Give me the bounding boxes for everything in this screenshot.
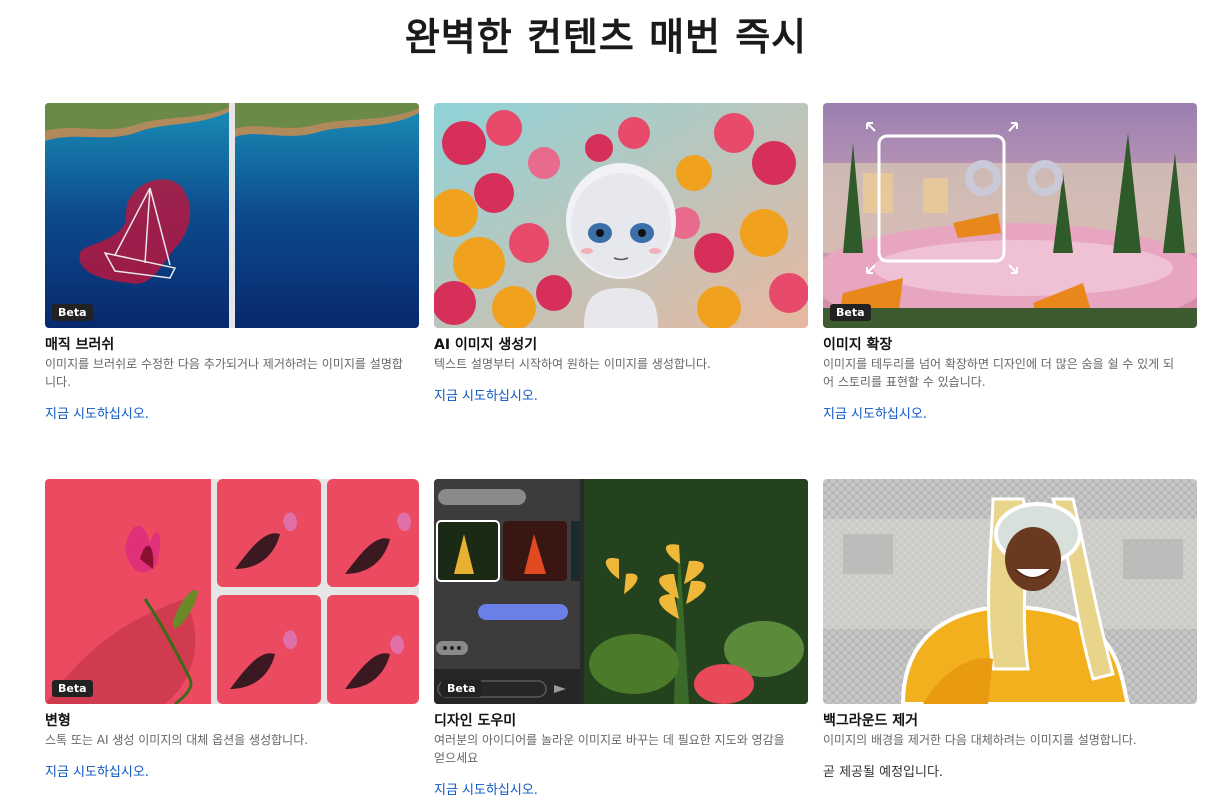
magic-brush-image[interactable]: Beta xyxy=(45,103,419,328)
card-design-assistant: Beta 디자인 도우미 여러분의 아이디어를 놀라운 이미지로 바꾸는 데 필… xyxy=(434,479,808,799)
image-expand-image[interactable]: Beta xyxy=(823,103,1197,328)
card-variations: Beta 변형 스톡 또는 AI 생성 이미지의 대체 옵션을 생성합니다. 지… xyxy=(45,479,419,781)
card-description: 이미지를 테두리를 넘어 확장하면 디자인에 더 많은 숨을 쉴 수 있게 되어… xyxy=(823,357,1175,389)
beta-badge: Beta xyxy=(830,304,871,321)
card-description: 이미지의 배경을 제거한 다음 대체하려는 이미지를 설명합니다. xyxy=(823,733,1137,747)
beta-badge: Beta xyxy=(52,304,93,321)
card-description: 여러분의 아이디어를 놀라운 이미지로 바꾸는 데 필요한 지도와 영감을 얻으… xyxy=(434,733,785,765)
card-title: 매직 브러쉬 xyxy=(45,337,115,353)
try-now-link[interactable]: 지금 시도하십시오. xyxy=(45,765,149,781)
try-now-link[interactable]: 지금 시도하십시오. xyxy=(434,389,538,405)
card-magic-brush: Beta 매직 브러쉬 이미지를 브러쉬로 수정한 다음 추가되거나 제거하려는… xyxy=(45,103,419,423)
ai-image-generator-image[interactable] xyxy=(434,103,808,328)
card-ai-image-generator: AI 이미지 생성기 텍스트 설명부터 시작하여 원하는 이미지를 생성합니다.… xyxy=(434,103,808,405)
page-title: 완벽한 컨텐츠 매번 즉시 xyxy=(404,15,808,59)
card-title: AI 이미지 생성기 xyxy=(434,337,538,353)
try-now-link[interactable]: 지금 시도하십시오. xyxy=(434,783,538,799)
card-background-removal: 백그라운드 제거 이미지의 배경을 제거한 다음 대체하려는 이미지를 설명합니… xyxy=(823,479,1197,781)
beta-badge: Beta xyxy=(441,680,482,697)
card-title: 변형 xyxy=(45,713,71,729)
try-now-link[interactable]: 지금 시도하십시오. xyxy=(823,407,927,423)
background-removal-image[interactable] xyxy=(823,479,1197,704)
card-title: 백그라운드 제거 xyxy=(823,713,919,729)
try-now-link[interactable]: 지금 시도하십시오. xyxy=(45,407,149,423)
card-title: 디자인 도우미 xyxy=(434,713,517,729)
card-description: 스톡 또는 AI 생성 이미지의 대체 옵션을 생성합니다. xyxy=(45,733,309,747)
card-description: 이미지를 브러쉬로 수정한 다음 추가되거나 제거하려는 이미지를 설명합니다. xyxy=(45,357,403,389)
beta-badge: Beta xyxy=(52,680,93,697)
coming-soon-note: 곧 제공될 예정입니다. xyxy=(823,765,944,780)
card-title: 이미지 확장 xyxy=(823,337,893,353)
card-description: 텍스트 설명부터 시작하여 원하는 이미지를 생성합니다. xyxy=(434,357,711,371)
card-image-expand: Beta 이미지 확장 이미지를 테두리를 넘어 확장하면 디자인에 더 많은 … xyxy=(823,103,1197,423)
variations-image[interactable]: Beta xyxy=(45,479,419,704)
design-assistant-image[interactable]: Beta xyxy=(434,479,808,704)
